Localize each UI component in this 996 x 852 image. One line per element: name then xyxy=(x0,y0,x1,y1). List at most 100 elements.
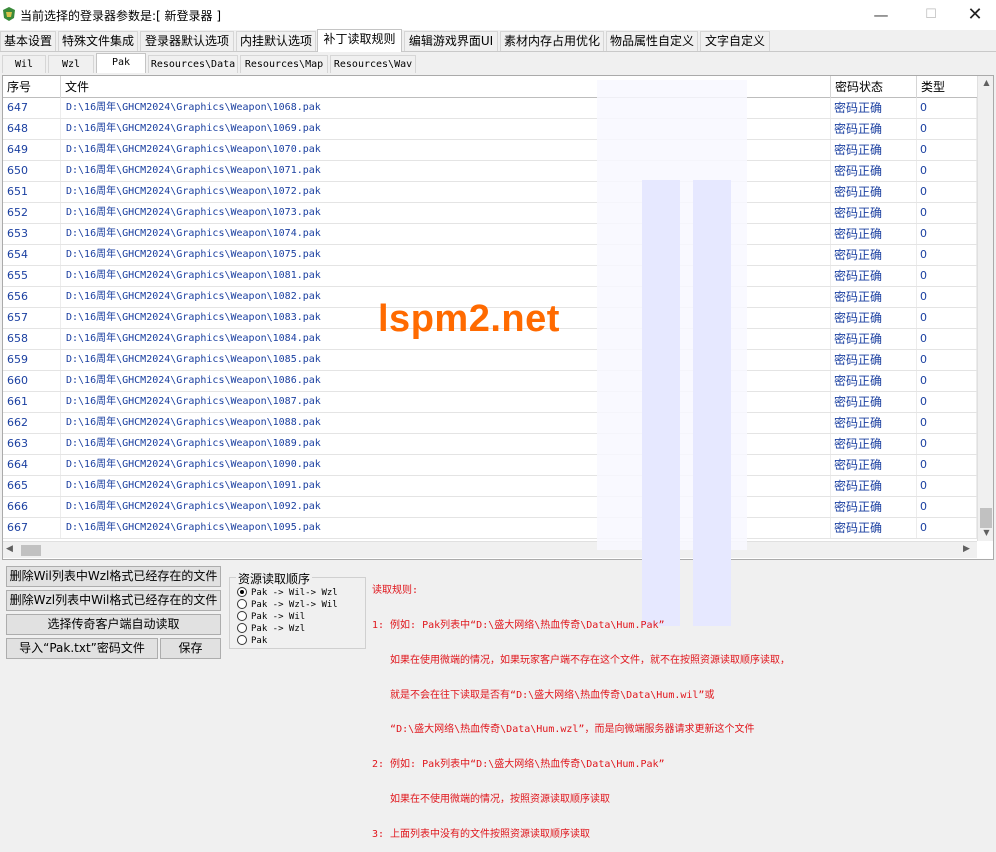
radio-label: Pak -> Wil xyxy=(251,612,306,622)
radio-button-icon[interactable] xyxy=(237,611,247,621)
app-icon xyxy=(3,7,15,21)
tab-patch-read-rules[interactable]: 补丁读取规则 xyxy=(317,29,402,52)
scroll-up-arrow[interactable]: ▲ xyxy=(978,78,993,87)
subtab-pak[interactable]: Pak xyxy=(96,53,146,73)
table-row[interactable]: 663 D:\16周年\GHCM2024\Graphics\Weapon\1089… xyxy=(3,434,977,455)
radio-pak-only[interactable]: Pak xyxy=(237,635,267,647)
minimize-button[interactable]: — xyxy=(858,0,904,30)
row-password-status: 密码正确 xyxy=(831,224,917,244)
row-index: 662 xyxy=(3,413,61,433)
delete-wil-duplicates-button[interactable]: 删除Wil列表中Wzl格式已经存在的文件 xyxy=(6,566,221,587)
subtab-wzl[interactable]: Wzl xyxy=(48,55,94,73)
row-type: 0 xyxy=(917,497,977,517)
table-row[interactable]: 654 D:\16周年\GHCM2024\Graphics\Weapon\1075… xyxy=(3,245,977,266)
tab-basic-settings[interactable]: 基本设置 xyxy=(0,31,56,51)
radio-button-icon[interactable] xyxy=(237,635,247,645)
row-password-status: 密码正确 xyxy=(831,308,917,328)
header-index[interactable]: 序号 xyxy=(3,76,61,98)
row-type: 0 xyxy=(917,266,977,286)
row-index: 650 xyxy=(3,161,61,181)
horizontal-scroll-thumb[interactable] xyxy=(21,545,41,556)
vertical-scroll-thumb[interactable] xyxy=(980,508,992,528)
row-password-status: 密码正确 xyxy=(831,140,917,160)
row-index: 648 xyxy=(3,119,61,139)
header-type[interactable]: 类型 xyxy=(917,76,977,98)
window-title: 当前选择的登录器参数是:[ 新登录器 ] xyxy=(20,9,222,23)
horizontal-scrollbar[interactable]: ◀ ▶ xyxy=(3,541,977,558)
vertical-scrollbar[interactable]: ▲ ▼ xyxy=(977,76,993,541)
row-password-status: 密码正确 xyxy=(831,476,917,496)
radio-pak-wzl-wil[interactable]: Pak -> Wzl-> Wil xyxy=(237,599,338,611)
row-type: 0 xyxy=(917,203,977,223)
rules-line: 3: 上面列表中没有的文件按照资源读取顺序读取 xyxy=(372,828,591,840)
tab-memory-optimize[interactable]: 素材内存占用优化 xyxy=(500,31,604,51)
row-password-status: 密码正确 xyxy=(831,371,917,391)
read-rules-text: 读取规则: 1: 例如: Pak列表中“D:\盛大网络\热血传奇\Data\Hu… xyxy=(372,562,992,852)
rules-line: “D:\盛大网络\热血传奇\Data\Hum.wzl”，而是向微端服务器请求更新… xyxy=(372,724,755,736)
scroll-down-arrow[interactable]: ▼ xyxy=(978,528,993,537)
row-type: 0 xyxy=(917,182,977,202)
tab-text-custom[interactable]: 文字自定义 xyxy=(700,31,770,51)
table-row[interactable]: 650 D:\16周年\GHCM2024\Graphics\Weapon\1071… xyxy=(3,161,977,182)
maximize-button[interactable]: ☐ xyxy=(908,0,954,30)
rules-line: 2: 例如: Pak列表中“D:\盛大网络\热血传奇\Data\Hum.Pak” xyxy=(372,759,665,771)
read-order-title: 资源读取顺序 xyxy=(236,570,313,587)
row-password-status: 密码正确 xyxy=(831,287,917,307)
row-type: 0 xyxy=(917,119,977,139)
delete-wzl-duplicates-button[interactable]: 删除Wzl列表中Wil格式已经存在的文件 xyxy=(6,590,221,611)
row-type: 0 xyxy=(917,224,977,244)
blurred-region xyxy=(597,80,747,626)
table-row[interactable]: 653 D:\16周年\GHCM2024\Graphics\Weapon\1074… xyxy=(3,224,977,245)
watermark: lspm2.net xyxy=(378,298,560,340)
row-password-status: 密码正确 xyxy=(831,497,917,517)
table-row[interactable]: 664 D:\16周年\GHCM2024\Graphics\Weapon\1090… xyxy=(3,455,977,476)
select-client-button[interactable]: 选择传奇客户端自动读取 xyxy=(6,614,221,635)
header-password-status[interactable]: 密码状态 xyxy=(831,76,917,98)
subtab-wil[interactable]: Wil xyxy=(2,55,46,73)
row-index: 666 xyxy=(3,497,61,517)
tab-login-defaults[interactable]: 登录器默认选项 xyxy=(140,31,234,51)
table-row[interactable]: 659 D:\16周年\GHCM2024\Graphics\Weapon\1085… xyxy=(3,350,977,371)
subtab-resources-map[interactable]: Resources\Map xyxy=(240,55,328,73)
blur-block xyxy=(642,180,680,626)
row-password-status: 密码正确 xyxy=(831,266,917,286)
radio-button-icon[interactable] xyxy=(237,587,247,597)
tab-plugin-defaults[interactable]: 内挂默认选项 xyxy=(236,31,316,51)
row-password-status: 密码正确 xyxy=(831,245,917,265)
table-row[interactable]: 655 D:\16周年\GHCM2024\Graphics\Weapon\1081… xyxy=(3,266,977,287)
row-password-status: 密码正确 xyxy=(831,455,917,475)
radio-pak-wzl[interactable]: Pak -> Wzl xyxy=(237,623,305,635)
tab-item-attributes[interactable]: 物品属性自定义 xyxy=(606,31,698,51)
radio-button-icon[interactable] xyxy=(237,623,247,633)
row-index: 667 xyxy=(3,518,61,538)
row-index: 661 xyxy=(3,392,61,412)
table-row[interactable]: 662 D:\16周年\GHCM2024\Graphics\Weapon\1088… xyxy=(3,413,977,434)
table-row[interactable]: 649 D:\16周年\GHCM2024\Graphics\Weapon\1070… xyxy=(3,140,977,161)
scroll-right-arrow[interactable]: ▶ xyxy=(963,544,970,554)
row-password-status: 密码正确 xyxy=(831,518,917,538)
scroll-left-arrow[interactable]: ◀ xyxy=(6,544,13,554)
tab-edit-game-ui[interactable]: 编辑游戏界面UI xyxy=(404,31,498,51)
radio-pak-wil[interactable]: Pak -> Wil xyxy=(237,611,305,623)
row-type: 0 xyxy=(917,371,977,391)
subtab-resources-data[interactable]: Resources\Data xyxy=(148,55,238,73)
table-row[interactable]: 651 D:\16周年\GHCM2024\Graphics\Weapon\1072… xyxy=(3,182,977,203)
table-row[interactable]: 665 D:\16周年\GHCM2024\Graphics\Weapon\1091… xyxy=(3,476,977,497)
table-row[interactable]: 648 D:\16周年\GHCM2024\Graphics\Weapon\1069… xyxy=(3,119,977,140)
rules-line: 就是不会在往下读取是否有“D:\盛大网络\热血传奇\Data\Hum.wil”或 xyxy=(372,689,715,701)
close-button[interactable]: ✕ xyxy=(952,0,996,30)
table-row[interactable]: 652 D:\16周年\GHCM2024\Graphics\Weapon\1073… xyxy=(3,203,977,224)
radio-label: Pak -> Wil-> Wzl xyxy=(251,588,338,598)
subtab-resources-wav[interactable]: Resources\Wav xyxy=(330,55,416,73)
table-row[interactable]: 660 D:\16周年\GHCM2024\Graphics\Weapon\1086… xyxy=(3,371,977,392)
table-row[interactable]: 667 D:\16周年\GHCM2024\Graphics\Weapon\1095… xyxy=(3,518,977,539)
table-row[interactable]: 661 D:\16周年\GHCM2024\Graphics\Weapon\1087… xyxy=(3,392,977,413)
tab-special-files[interactable]: 特殊文件集成 xyxy=(58,31,138,51)
radio-pak-wil-wzl[interactable]: Pak -> Wil-> Wzl xyxy=(237,587,338,599)
row-password-status: 密码正确 xyxy=(831,98,917,118)
radio-button-icon[interactable] xyxy=(237,599,247,609)
table-row[interactable]: 666 D:\16周年\GHCM2024\Graphics\Weapon\1092… xyxy=(3,497,977,518)
row-password-status: 密码正确 xyxy=(831,329,917,349)
row-type: 0 xyxy=(917,308,977,328)
table-row[interactable]: 647 D:\16周年\GHCM2024\Graphics\Weapon\1068… xyxy=(3,98,977,119)
